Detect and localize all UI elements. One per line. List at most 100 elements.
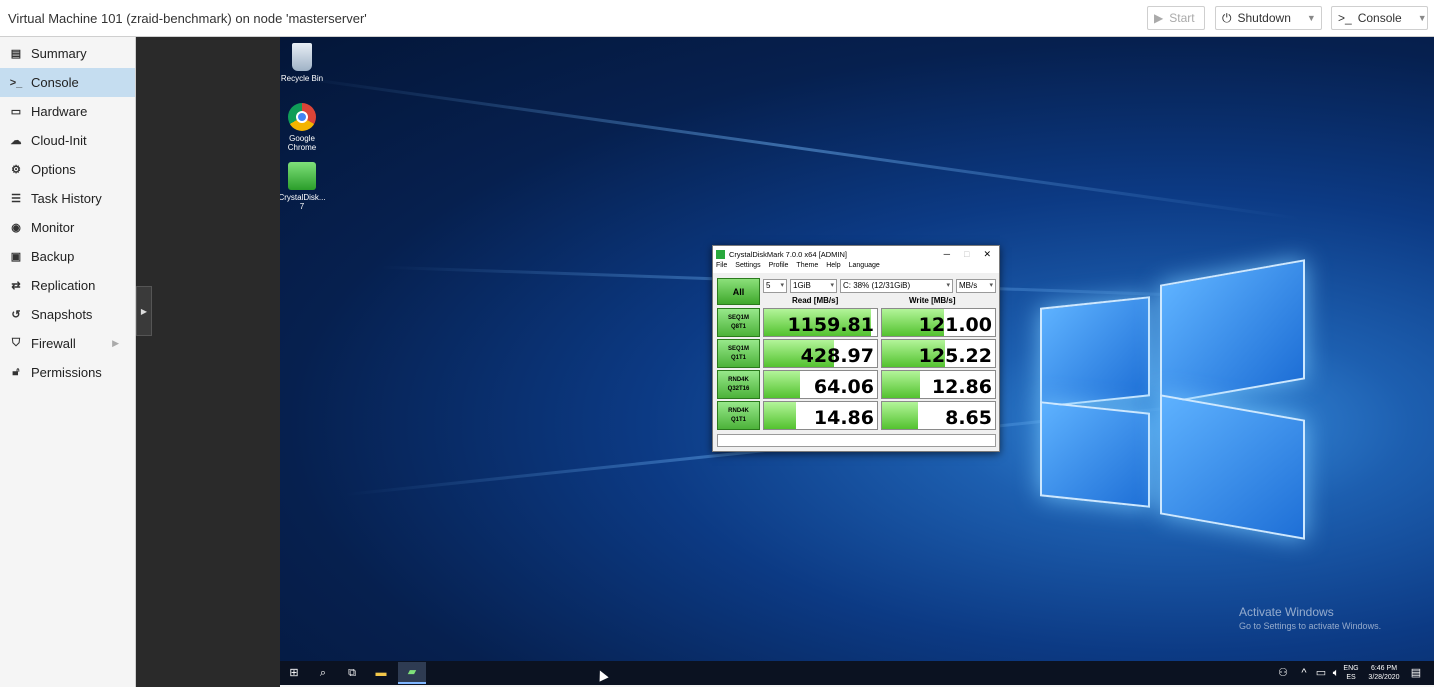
write-result: 121.00 bbox=[881, 308, 996, 337]
shutdown-button[interactable]: ⏻ Shutdown ▼ bbox=[1215, 6, 1322, 30]
read-result: 64.06 bbox=[763, 370, 878, 399]
write-result: 8.65 bbox=[881, 401, 996, 430]
menu-bar: File Settings Profile Theme Help Languag… bbox=[713, 262, 999, 273]
test-button-rnd4k-q1t1[interactable]: RND4K Q1T1 bbox=[717, 401, 760, 430]
sidebar-item-options[interactable]: ⚙ Options bbox=[0, 155, 135, 184]
chevron-right-icon: ▶ bbox=[140, 306, 148, 316]
sidebar-item-console[interactable]: >_ Console bbox=[0, 68, 135, 97]
menu-theme[interactable]: Theme bbox=[796, 262, 818, 273]
terminal-icon: >_ bbox=[9, 76, 23, 89]
shutdown-label: Shutdown bbox=[1237, 11, 1291, 25]
notification-icon[interactable]: ▤ bbox=[1408, 665, 1424, 681]
chevron-down-icon: ▾ bbox=[946, 282, 950, 289]
sidebar-item-task-history[interactable]: ☰ Task History bbox=[0, 184, 135, 213]
crystaldiskmark-icon bbox=[288, 162, 316, 190]
sidebar-item-backup[interactable]: ▣ Backup bbox=[0, 242, 135, 271]
close-icon[interactable]: ✕ bbox=[983, 249, 991, 260]
windows-start-icon[interactable]: ⊞ bbox=[286, 665, 302, 681]
chrome-icon bbox=[288, 103, 316, 131]
people-icon[interactable]: ⚇ bbox=[1275, 665, 1291, 681]
menu-settings[interactable]: Settings bbox=[735, 262, 760, 273]
crystaldiskmark-desktop-icon[interactable]: CrystalDisk... 7 bbox=[280, 162, 326, 211]
history-icon: ↺ bbox=[11, 309, 21, 321]
console-button[interactable]: >_ Console ▼ bbox=[1331, 6, 1428, 30]
windows-logo bbox=[1040, 259, 1305, 540]
sidebar-item-summary[interactable]: ▤ Summary bbox=[0, 39, 135, 68]
app-icon bbox=[716, 249, 725, 259]
desktop-icon: ▭ bbox=[10, 106, 22, 118]
retweet-icon: ⇄ bbox=[11, 280, 21, 292]
shield-icon: ⛉ bbox=[11, 337, 21, 349]
file-explorer-icon[interactable]: ▬ bbox=[373, 665, 389, 681]
play-icon: ▶ bbox=[1154, 11, 1164, 25]
cdm-body: All 5 ▾ 1GiB ▾ C: 38% (12/31GiB) ▾ MB/s ▾ Re… bbox=[713, 273, 999, 451]
sidebar-item-hardware[interactable]: ▭ Hardware bbox=[0, 97, 135, 126]
menu-help[interactable]: Help bbox=[826, 262, 840, 273]
chevron-down-icon[interactable]: ▼ bbox=[1307, 13, 1316, 23]
chevron-down-icon: ▾ bbox=[780, 282, 784, 289]
drive-select[interactable]: C: 38% (12/31GiB) ▾ bbox=[840, 279, 953, 293]
book-icon: ▤ bbox=[10, 48, 22, 60]
write-result: 125.22 bbox=[881, 339, 996, 368]
chrome-desktop-icon[interactable]: Google Chrome bbox=[280, 103, 326, 152]
recycle-bin-desktop-icon[interactable]: Recycle Bin bbox=[280, 43, 326, 83]
sidebar-item-replication[interactable]: ⇄ Replication bbox=[0, 271, 135, 300]
task-view-icon[interactable]: ⧉ bbox=[344, 665, 360, 681]
page-title: Virtual Machine 101 (zraid-benchmark) on… bbox=[8, 11, 367, 26]
menu-language[interactable]: Language bbox=[849, 262, 880, 273]
test-button-seq1m-q1t1[interactable]: SEQ1M Q1T1 bbox=[717, 339, 760, 368]
maximize-icon[interactable]: □ bbox=[964, 249, 969, 260]
chevron-down-icon: ▾ bbox=[830, 282, 834, 289]
chevron-down-icon[interactable]: ▼ bbox=[1418, 13, 1427, 23]
console-label: Console bbox=[1357, 11, 1402, 25]
comment-field[interactable] bbox=[717, 434, 996, 447]
unit-select[interactable]: MB/s ▾ bbox=[956, 279, 996, 293]
write-result: 12.86 bbox=[881, 370, 996, 399]
sidebar-item-permissions[interactable]: 🔓︎ Permissions bbox=[0, 358, 135, 387]
sidebar-item-monitor[interactable]: ◉ Monitor bbox=[0, 213, 135, 242]
sidebar-item-firewall[interactable]: ⛉ Firewall ▶ bbox=[0, 329, 135, 358]
network-icon[interactable]: ▭ bbox=[1313, 665, 1329, 681]
light-beam bbox=[289, 75, 1301, 220]
crystaldiskmark-window[interactable]: CrystalDiskMark 7.0.0 x64 [ADMIN] ─ □ ✕ … bbox=[712, 245, 1000, 452]
sidebar-item-cloud-init[interactable]: ☁ Cloud-Init bbox=[0, 126, 135, 155]
novnc-sidebar-toggle[interactable]: ▶ bbox=[136, 286, 152, 336]
eye-icon: ◉ bbox=[11, 222, 21, 234]
chevron-down-icon: ▾ bbox=[989, 282, 993, 289]
recycle-bin-icon bbox=[292, 43, 312, 71]
menu-profile[interactable]: Profile bbox=[769, 262, 789, 273]
terminal-icon: >_ bbox=[1338, 11, 1352, 25]
read-result: 1159.81 bbox=[763, 308, 878, 337]
unlock-icon: 🔓︎ bbox=[12, 366, 20, 378]
activate-windows-watermark: Activate Windows Go to Settings to activ… bbox=[1239, 605, 1382, 631]
menu-file[interactable]: File bbox=[716, 262, 727, 273]
sidebar-item-snapshots[interactable]: ↺ Snapshots bbox=[0, 300, 135, 329]
list-icon: ☰ bbox=[11, 193, 21, 205]
language-indicator[interactable]: ENG ES bbox=[1340, 664, 1362, 682]
start-label: Start bbox=[1169, 11, 1195, 25]
start-button[interactable]: ▶ Start bbox=[1147, 6, 1205, 30]
minimize-icon[interactable]: ─ bbox=[944, 249, 950, 260]
size-select[interactable]: 1GiB ▾ bbox=[790, 279, 837, 293]
test-button-rnd4k-q32t16[interactable]: RND4K Q32T16 bbox=[717, 370, 760, 399]
count-select[interactable]: 5 ▾ bbox=[763, 279, 787, 293]
window-titlebar[interactable]: CrystalDiskMark 7.0.0 x64 [ADMIN] ─ □ ✕ bbox=[713, 246, 999, 262]
gear-icon: ⚙ bbox=[11, 164, 21, 176]
write-header: Write [MB/s] bbox=[909, 296, 956, 305]
windows-taskbar: ⊞ ⌕ ⧉ ▬ ▰ ⚇ ^ ▭ 🔈︎ ENG ES 6:46 PM 3/28/2… bbox=[280, 661, 1434, 685]
cloud-icon: ☁ bbox=[10, 135, 22, 147]
power-icon: ⏻ bbox=[1222, 10, 1232, 25]
test-button-seq1m-q8t1[interactable]: SEQ1M Q8T1 bbox=[717, 308, 760, 337]
sidebar: ▤ Summary >_ Console ▭ Hardware ☁ Cloud-Init… bbox=[0, 37, 136, 687]
crystaldiskmark-taskbar-icon[interactable]: ▰ bbox=[398, 662, 426, 684]
chevron-right-icon: ▶ bbox=[112, 338, 119, 348]
read-result: 428.97 bbox=[763, 339, 878, 368]
console-padding bbox=[136, 37, 280, 687]
floppy-icon: ▣ bbox=[10, 251, 22, 263]
top-toolbar: Virtual Machine 101 (zraid-benchmark) on… bbox=[0, 0, 1434, 37]
chevron-up-icon[interactable]: ^ bbox=[1296, 665, 1312, 681]
search-icon[interactable]: ⌕ bbox=[315, 665, 331, 681]
clock[interactable]: 6:46 PM 3/28/2020 bbox=[1364, 664, 1404, 682]
all-button[interactable]: All bbox=[717, 278, 760, 305]
read-result: 14.86 bbox=[763, 401, 878, 430]
